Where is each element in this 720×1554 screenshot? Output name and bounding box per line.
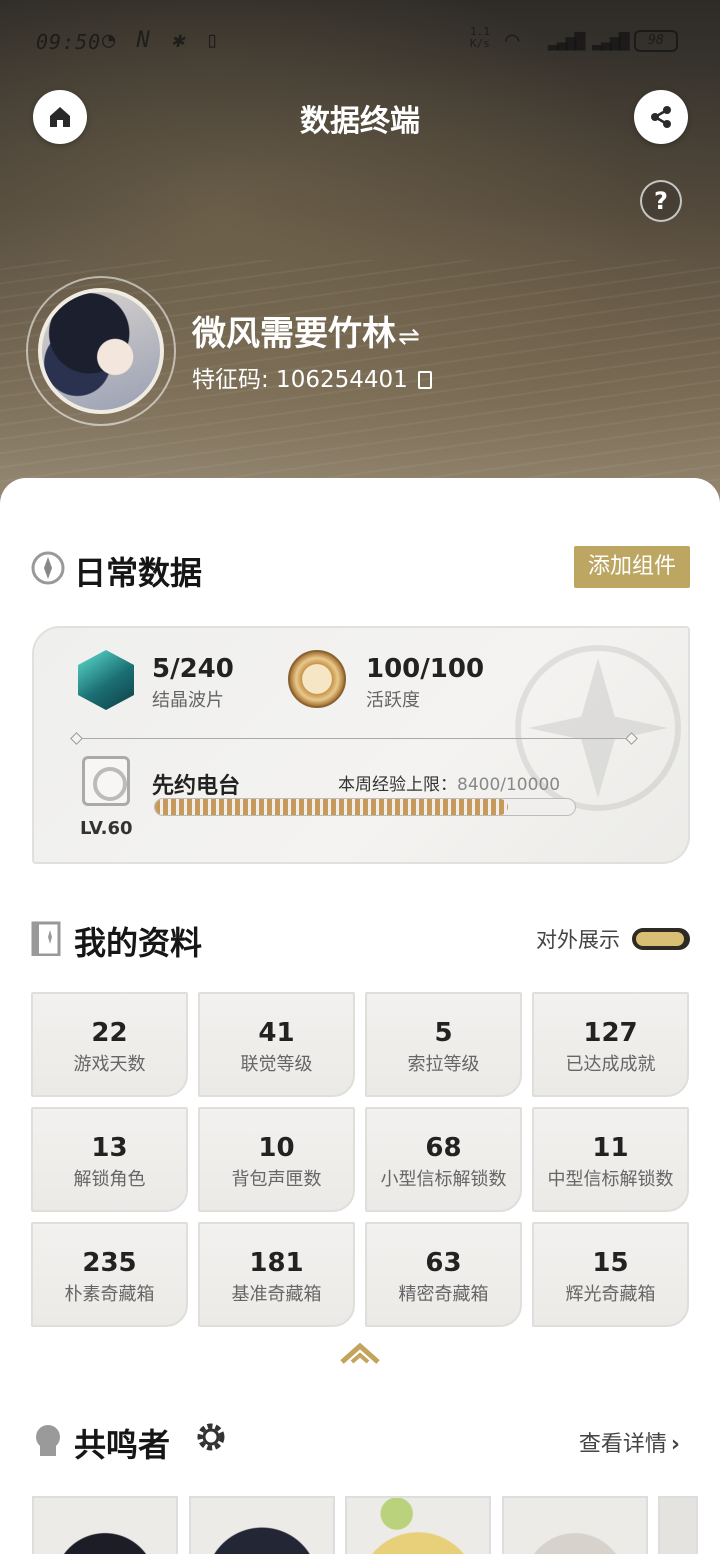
activity-icon bbox=[288, 650, 346, 708]
resonators-title: 共鸣者 bbox=[74, 1426, 171, 1464]
nickname: 微风需要竹林 bbox=[192, 314, 396, 354]
view-details-link[interactable]: 查看详情 › bbox=[579, 1426, 680, 1458]
resonator-card[interactable] bbox=[502, 1496, 648, 1554]
resonators-header: 共鸣者 查看详情 › bbox=[30, 1416, 690, 1466]
profile-header-background: 09:50 ◔ N ✱ ▯ 1.1 K/s ◠ ▂▃▅▇ ▂▃▅▇ 98 数据终… bbox=[0, 0, 720, 520]
profile-stat-cell: 235 朴素奇藏箱 bbox=[31, 1222, 188, 1327]
collapse-chevron-icon[interactable] bbox=[340, 1342, 380, 1364]
profile-stat-cell: 10 背包声匣数 bbox=[198, 1107, 355, 1212]
stat-label: 辉光奇藏箱 bbox=[565, 1284, 656, 1305]
battery-icon: 98 bbox=[634, 30, 678, 52]
stat-label: 背包声匣数 bbox=[231, 1169, 322, 1190]
profile-stat-cell: 13 解锁角色 bbox=[31, 1107, 188, 1212]
radio-icon bbox=[82, 756, 130, 806]
exp-progress-bar bbox=[154, 798, 576, 816]
switch-account-icon[interactable]: ⇌ bbox=[398, 322, 420, 352]
nickname-row[interactable]: 微风需要竹林⇌ bbox=[192, 306, 420, 355]
stat-value: 41 bbox=[258, 1018, 295, 1048]
resonator-card[interactable] bbox=[345, 1496, 491, 1554]
stat-label: 朴素奇藏箱 bbox=[64, 1284, 155, 1305]
public-display-toggle-row: 对外展示 bbox=[536, 924, 690, 954]
public-display-label: 对外展示 bbox=[536, 928, 620, 952]
wifi-icon: ◠ bbox=[505, 26, 520, 54]
profile-stat-cell: 127 已达成成就 bbox=[532, 992, 689, 1097]
main-content: 日常数据 添加组件 5/240 结晶波片 100/100 活跃度 LV.60 先… bbox=[0, 478, 720, 1554]
stat-label: 基准奇藏箱 bbox=[231, 1284, 322, 1305]
profile-stats-grid: 22 游戏天数 41 联觉等级 5 索拉等级 127 已达成成就 13 解锁角色 10 背包声匣数 68… bbox=[31, 992, 690, 1327]
status-bar: 09:50 ◔ N ✱ ▯ 1.1 K/s ◠ ▂▃▅▇ ▂▃▅▇ 98 bbox=[0, 0, 720, 80]
stat-value: 11 bbox=[592, 1133, 629, 1163]
stat-value: 22 bbox=[91, 1018, 128, 1048]
share-button[interactable] bbox=[634, 90, 688, 144]
exp-progress-fill bbox=[155, 799, 508, 815]
stat-value: 235 bbox=[82, 1248, 137, 1278]
stat-value: 68 bbox=[425, 1133, 462, 1163]
daily-data-title: 日常数据 bbox=[74, 554, 203, 592]
stat-label: 已达成成就 bbox=[565, 1054, 656, 1075]
crystal-value: 5/240 bbox=[152, 654, 234, 684]
profile-stat-cell: 22 游戏天数 bbox=[31, 992, 188, 1097]
status-indicator-icons: ◔ N ✱ ▯ bbox=[102, 28, 223, 53]
resonator-card[interactable] bbox=[189, 1496, 335, 1554]
stat-value: 63 bbox=[425, 1248, 462, 1278]
resonator-list bbox=[32, 1496, 720, 1554]
add-widget-button[interactable]: 添加组件 bbox=[574, 546, 690, 588]
resonator-card[interactable] bbox=[658, 1496, 698, 1554]
gear-icon[interactable] bbox=[194, 1420, 228, 1454]
crystal-label: 结晶波片 bbox=[152, 690, 224, 711]
status-time: 09:50 bbox=[36, 30, 102, 54]
avatar bbox=[38, 288, 164, 414]
activity-label: 活跃度 bbox=[366, 690, 420, 711]
profile-stat-cell: 181 基准奇藏箱 bbox=[198, 1222, 355, 1327]
exp-limit-label: 本周经验上限： bbox=[338, 775, 457, 795]
resonator-head-icon bbox=[36, 1425, 60, 1456]
exp-limit-value: 8400/10000 bbox=[457, 775, 561, 795]
resonator-card[interactable] bbox=[32, 1496, 178, 1554]
my-profile-header: 我的资料 对外展示 bbox=[30, 914, 690, 964]
stat-value: 13 bbox=[91, 1133, 128, 1163]
profile-stat-cell: 63 精密奇藏箱 bbox=[365, 1222, 522, 1327]
profile-stat-cell: 5 索拉等级 bbox=[365, 992, 522, 1097]
stat-label: 中型信标解锁数 bbox=[547, 1169, 674, 1190]
uid-row: 特征码: 106254401 bbox=[192, 360, 432, 394]
profile-stat-cell: 15 辉光奇藏箱 bbox=[532, 1222, 689, 1327]
card-divider bbox=[76, 738, 632, 739]
daily-data-icon bbox=[31, 551, 65, 585]
copy-icon[interactable] bbox=[417, 371, 432, 389]
stat-label: 游戏天数 bbox=[73, 1054, 146, 1075]
help-button[interactable]: ? bbox=[640, 180, 682, 222]
stat-value: 181 bbox=[249, 1248, 304, 1278]
network-speed: 1.1 K/s bbox=[470, 25, 490, 50]
profile-stat-cell: 11 中型信标解锁数 bbox=[532, 1107, 689, 1212]
radio-level: LV.60 bbox=[80, 818, 133, 839]
page-title: 数据终端 bbox=[300, 104, 420, 139]
view-details-label: 查看详情 bbox=[578, 1432, 667, 1457]
stat-value: 10 bbox=[258, 1133, 295, 1163]
exp-limit: 本周经验上限：8400/10000 bbox=[338, 770, 560, 795]
stat-value: 15 bbox=[592, 1248, 629, 1278]
profile-book-icon bbox=[31, 921, 61, 956]
activity-value: 100/100 bbox=[366, 654, 485, 684]
profile-stat-cell: 41 联觉等级 bbox=[198, 992, 355, 1097]
share-icon bbox=[651, 106, 671, 128]
chevron-right-icon: › bbox=[670, 1432, 680, 1457]
crystal-icon bbox=[78, 650, 134, 710]
profile-stat-cell: 68 小型信标解锁数 bbox=[365, 1107, 522, 1212]
daily-data-card: 5/240 结晶波片 100/100 活跃度 LV.60 先约电台 本周经验上限… bbox=[32, 626, 690, 864]
my-profile-title: 我的资料 bbox=[74, 924, 203, 962]
stat-label: 小型信标解锁数 bbox=[380, 1169, 507, 1190]
stat-label: 解锁角色 bbox=[73, 1169, 146, 1190]
stat-label: 联觉等级 bbox=[240, 1054, 313, 1075]
stat-value: 5 bbox=[434, 1018, 453, 1048]
stat-label: 索拉等级 bbox=[407, 1054, 480, 1075]
stat-value: 127 bbox=[583, 1018, 638, 1048]
signal-icon: ▂▃▅▇ ▂▃▅▇ bbox=[548, 30, 630, 51]
daily-data-header: 日常数据 添加组件 bbox=[30, 544, 690, 594]
radio-title: 先约电台 bbox=[152, 774, 241, 799]
avatar-frame[interactable] bbox=[26, 276, 176, 426]
uid-text: 特征码: 106254401 bbox=[192, 367, 408, 393]
stat-label: 精密奇藏箱 bbox=[398, 1284, 489, 1305]
public-display-toggle[interactable] bbox=[632, 928, 690, 950]
